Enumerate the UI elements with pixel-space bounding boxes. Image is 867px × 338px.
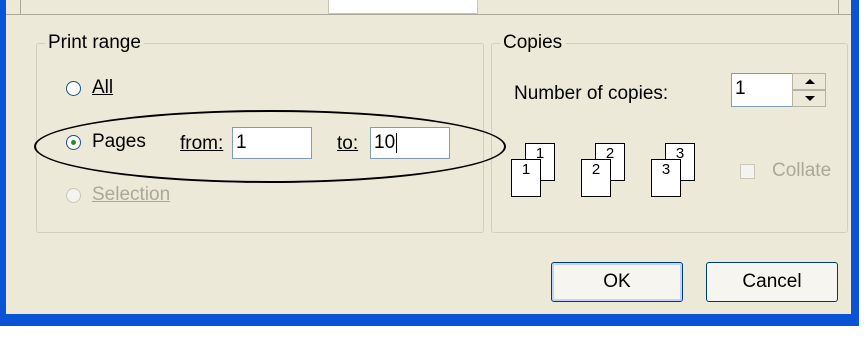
print-dialog: Print range All Pages from: 1 to: 10 Sel… <box>0 0 859 326</box>
copies-spinner[interactable] <box>792 73 826 107</box>
collate-stack-3-icon: 3 3 <box>651 143 709 207</box>
collate-label-text: Collate <box>772 160 832 181</box>
all-label-text: All <box>92 77 114 98</box>
pages-radio[interactable] <box>66 135 81 150</box>
spin-up-button[interactable] <box>792 73 826 90</box>
selection-label[interactable]: Selection <box>92 184 170 206</box>
print-range-title: Print range <box>45 32 144 54</box>
to-value: 10 <box>374 132 396 153</box>
from-input[interactable]: 1 <box>232 127 312 159</box>
top-divider-right <box>838 0 839 14</box>
pages-label[interactable]: Pages <box>92 131 146 153</box>
from-value: 1 <box>236 132 247 153</box>
selection-label-text: Selection <box>92 184 171 205</box>
ok-button[interactable]: OK <box>551 262 683 302</box>
all-label[interactable]: All <box>92 77 113 99</box>
all-radio[interactable] <box>66 81 81 96</box>
arrow-down-icon <box>805 96 815 101</box>
copies-title: Copies <box>500 32 566 54</box>
copies-value: 1 <box>735 78 746 99</box>
collate-stack-1-icon: 1 1 <box>511 143 569 207</box>
text-caret <box>396 132 398 153</box>
top-divider-left <box>20 0 21 14</box>
number-of-copies-label: Number of copies: <box>514 83 669 104</box>
collate-checkbox[interactable] <box>740 164 755 179</box>
arrow-up-icon <box>805 79 815 84</box>
selection-radio[interactable] <box>66 188 81 203</box>
to-input[interactable]: 10 <box>370 127 450 159</box>
to-label: to: <box>337 133 358 155</box>
top-section-edge <box>6 0 851 15</box>
to-label-text: to: <box>337 133 359 154</box>
top-tab-fragment <box>328 0 478 14</box>
page-front: 3 <box>651 159 681 197</box>
copies-input[interactable]: 1 <box>731 73 793 107</box>
collate-label[interactable]: Collate <box>772 160 831 182</box>
page-front: 1 <box>511 159 541 197</box>
collate-stack-2-icon: 2 2 <box>581 143 639 207</box>
cancel-button[interactable]: Cancel <box>706 262 838 302</box>
spin-down-button[interactable] <box>792 90 826 107</box>
from-label: from: <box>180 133 223 155</box>
from-label-text: from: <box>180 133 224 154</box>
page-front: 2 <box>581 159 611 197</box>
